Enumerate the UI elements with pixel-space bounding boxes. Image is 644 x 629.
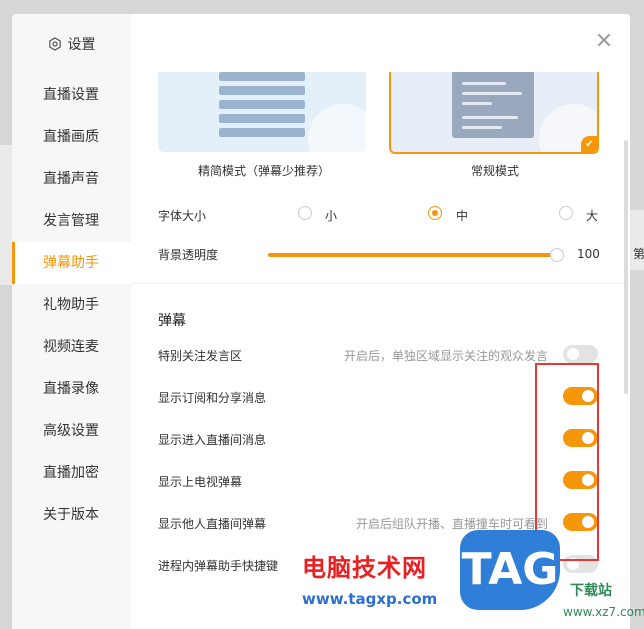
opacity-label: 背景透明度 bbox=[158, 248, 219, 262]
watermark-site-name: 电脑技术网 bbox=[302, 554, 427, 582]
sidebar-item[interactable]: 高级设置 bbox=[12, 410, 131, 452]
mode-normal-label: 常规模式 bbox=[471, 164, 520, 178]
font-size-option-medium: 中 bbox=[456, 209, 469, 223]
watermark-logo: TAG bbox=[460, 530, 560, 610]
danmaku-option-label: 显示进入直播间消息 bbox=[158, 433, 267, 447]
danmaku-option-toggle[interactable] bbox=[563, 345, 598, 363]
sidebar-item[interactable]: 视频连麦 bbox=[12, 326, 131, 368]
selected-check-icon: ✔ bbox=[581, 136, 597, 152]
watermark-download-name: 下载站 bbox=[570, 583, 612, 599]
sidebar-item[interactable]: 直播画质 bbox=[12, 116, 131, 158]
sidebar-item[interactable]: 直播设置 bbox=[12, 74, 131, 116]
opacity-value: 100 bbox=[577, 247, 600, 261]
settings-sidebar: 设置 直播设置 直播画质 直播声音 发言管理 弹幕助手 礼物助手 视频连麦 直播录像 高级设置直… bbox=[12, 14, 131, 629]
font-size-radio-large[interactable] bbox=[559, 206, 573, 220]
opacity-slider[interactable] bbox=[268, 248, 564, 262]
mode-card-normal[interactable]: ✔ bbox=[389, 72, 599, 154]
scrollbar[interactable] bbox=[624, 140, 628, 394]
watermark-site-url: www.tagxp.com bbox=[302, 590, 438, 608]
sidebar-item[interactable]: 弹幕助手 bbox=[12, 242, 131, 284]
danmaku-option-label: 显示他人直播间弹幕 bbox=[158, 517, 267, 531]
opacity-slider-fill bbox=[268, 253, 557, 257]
danmaku-section-title: 弹幕 bbox=[158, 313, 186, 329]
sidebar-item[interactable]: 直播录像 bbox=[12, 368, 131, 410]
font-size-label: 字体大小 bbox=[158, 209, 207, 223]
font-size-option-large: 大 bbox=[586, 209, 599, 223]
watermark-download-url: www.xz7.com bbox=[563, 605, 644, 619]
mode-simple-label: 精简模式（弹幕少推荐） bbox=[198, 164, 331, 178]
close-icon[interactable] bbox=[596, 32, 612, 48]
danmaku-option-label: 特别关注发言区 bbox=[158, 349, 243, 363]
simple-mode-preview bbox=[219, 72, 305, 142]
normal-mode-preview bbox=[452, 72, 534, 138]
sidebar-item[interactable]: 关于版本 bbox=[12, 494, 131, 536]
sidebar-header: 设置 bbox=[12, 14, 131, 74]
danmaku-option-label: 显示上电视弹幕 bbox=[158, 475, 243, 489]
sidebar-item[interactable]: 礼物助手 bbox=[12, 284, 131, 326]
mode-card-simple[interactable] bbox=[158, 72, 366, 152]
sidebar-item[interactable]: 直播声音 bbox=[12, 158, 131, 200]
section-divider bbox=[131, 283, 630, 284]
sidebar-item[interactable]: 直播加密 bbox=[12, 452, 131, 494]
font-size-radio-small[interactable] bbox=[298, 206, 312, 220]
danmaku-option-label: 显示订阅和分享消息 bbox=[158, 391, 267, 405]
sidebar-title: 设置 bbox=[67, 37, 96, 53]
sidebar-item[interactable]: 发言管理 bbox=[12, 200, 131, 242]
font-size-radio-medium[interactable] bbox=[428, 206, 442, 220]
settings-gear-icon bbox=[48, 37, 61, 51]
background-peek-text: 第 bbox=[633, 247, 644, 261]
font-size-option-small: 小 bbox=[325, 209, 338, 223]
opacity-slider-handle[interactable] bbox=[550, 248, 564, 262]
danmaku-option-label: 进程内弹幕助手快捷键 bbox=[158, 559, 279, 573]
danmaku-option-hint: 开启后，单独区域显示关注的观众发言 bbox=[343, 349, 548, 363]
